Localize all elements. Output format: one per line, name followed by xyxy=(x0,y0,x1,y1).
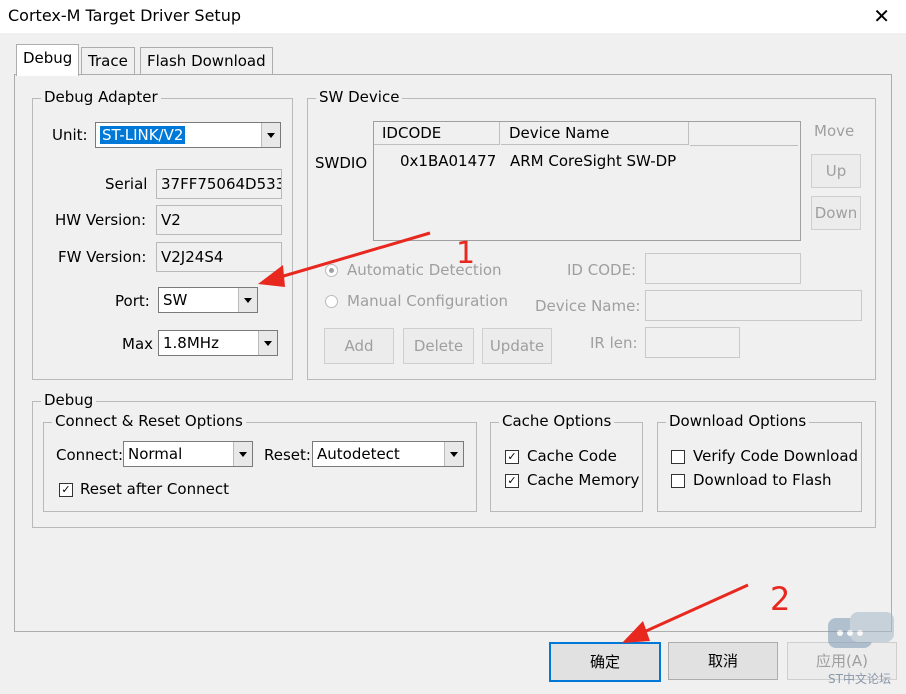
arrow-2-head xyxy=(622,621,650,643)
watermark-text: ST中文论坛 xyxy=(828,672,891,686)
annotation-number-1: 1 xyxy=(456,236,476,271)
annotation-number-2: 2 xyxy=(770,580,791,618)
chat-bubble-icon xyxy=(828,612,894,648)
arrow-1-head xyxy=(258,265,285,287)
tab-debug[interactable]: Debug xyxy=(16,44,80,76)
arrow-1-shaft xyxy=(269,231,431,282)
arrow-2-shaft xyxy=(634,583,749,638)
